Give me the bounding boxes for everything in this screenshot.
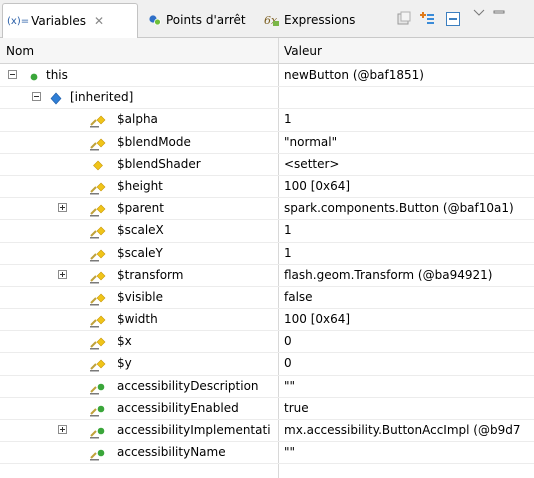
tree-row[interactable]: $scaleY 1 xyxy=(0,243,534,265)
column-header-name[interactable]: Nom xyxy=(6,44,34,58)
variable-value: 100 [0x64] xyxy=(284,178,351,193)
tree-row[interactable]: accessibilityName "" xyxy=(0,442,534,465)
variable-value: "" xyxy=(284,445,296,460)
tab-expressions[interactable]: 6x Expressions xyxy=(264,3,368,36)
variable-value: 1 xyxy=(284,245,292,260)
tab-expressions-label: Expressions xyxy=(284,12,356,27)
expand-icon[interactable] xyxy=(58,203,67,213)
setter-pencil-diamond-icon xyxy=(90,246,106,262)
tree-row[interactable]: $height 100 [0x64] xyxy=(0,176,534,199)
collapse-row-icon[interactable] xyxy=(32,92,41,102)
tab-variables-label: Variables xyxy=(31,14,86,28)
setter-pencil-diamond-icon xyxy=(90,223,106,239)
column-header-value[interactable]: Valeur xyxy=(284,44,322,58)
show-type-names-icon[interactable] xyxy=(418,10,435,27)
expand-icon[interactable] xyxy=(58,269,67,279)
variable-name: [inherited] xyxy=(70,90,134,105)
setter-pencil-diamond-icon xyxy=(90,135,106,151)
variable-name: $scaleX xyxy=(117,223,164,238)
tree-row[interactable]: [inherited] xyxy=(0,87,534,110)
variable-name: $y xyxy=(117,356,132,371)
tree-row[interactable]: $scaleX 1 xyxy=(0,220,534,243)
variable-name: $alpha xyxy=(117,112,158,127)
collapse-row-icon[interactable] xyxy=(8,70,17,79)
diamond-icon xyxy=(90,157,106,173)
variable-value: spark.components.Button (@baf10a1) xyxy=(284,201,514,216)
setter-pencil-dot-icon xyxy=(90,445,106,461)
variable-name: accessibilityImplementati xyxy=(117,423,271,437)
tree-row[interactable]: $width 100 [0x64] xyxy=(0,309,534,332)
variable-name: this xyxy=(46,68,68,82)
variable-name: $height xyxy=(117,178,163,193)
tab-breakpoints[interactable]: Points d'arrêt xyxy=(148,3,258,36)
tree-row[interactable]: accessibilityDescription "" xyxy=(0,376,534,398)
variable-name: accessibilityDescription xyxy=(117,378,259,393)
close-icon[interactable]: ✕ xyxy=(94,14,104,28)
variable-name: $x xyxy=(117,334,132,349)
variable-value: 0 xyxy=(284,356,292,371)
variable-name: $scaleY xyxy=(117,245,163,260)
variable-value: mx.accessibility.ButtonAccImpl (@b9d7 xyxy=(284,423,521,437)
tree-row[interactable]: $y 0 xyxy=(0,353,534,376)
setter-pencil-diamond-icon xyxy=(90,268,106,284)
variable-value: newButton (@baf1851) xyxy=(284,68,424,82)
expressions-icon: 6x xyxy=(264,13,280,27)
variable-value: true xyxy=(284,400,309,415)
view-menu-icon[interactable] xyxy=(470,4,487,21)
variable-name: $blendMode xyxy=(117,134,191,149)
tree-row[interactable]: $transform flash.geom.Transform (@ba94921… xyxy=(0,265,534,287)
setter-pencil-diamond-icon xyxy=(90,201,106,217)
minimize-icon[interactable] xyxy=(490,3,507,20)
tab-variables[interactable]: (x)= Variables ✕ xyxy=(2,3,138,38)
expand-icon[interactable] xyxy=(58,425,67,434)
variables-tree[interactable]: this newButton (@baf1851) [inherited] $alph… xyxy=(0,65,534,465)
variable-value: <setter> xyxy=(284,156,340,171)
variable-name: $blendShader xyxy=(117,156,201,171)
tree-row[interactable]: $blendMode "normal" xyxy=(0,132,534,154)
variable-value: 1 xyxy=(284,223,292,238)
tree-row[interactable]: accessibilityImplementati mx.accessibilit… xyxy=(0,420,534,443)
setter-pencil-diamond-icon xyxy=(90,312,106,328)
object-green-dot-icon xyxy=(26,68,42,84)
variable-value: false xyxy=(284,289,313,304)
variable-name: accessibilityName xyxy=(117,445,226,460)
setter-pencil-diamond-icon xyxy=(90,290,106,306)
collapse-icon[interactable] xyxy=(444,10,461,27)
collapse-all-icon[interactable] xyxy=(395,10,412,27)
variable-value: flash.geom.Transform (@ba94921) xyxy=(284,267,493,282)
tree-row[interactable]: $parent spark.components.Button (@baf10a1… xyxy=(0,198,534,221)
variable-name: $transform xyxy=(117,267,184,282)
variable-name: $visible xyxy=(117,289,163,304)
variable-value: 1 xyxy=(284,112,292,127)
variable-name: $width xyxy=(117,312,158,327)
variable-value: "" xyxy=(284,378,296,393)
tab-breakpoints-label: Points d'arrêt xyxy=(166,12,246,27)
tree-header: Nom Valeur xyxy=(0,38,534,64)
setter-pencil-diamond-icon xyxy=(90,179,106,195)
variable-value: "normal" xyxy=(284,134,338,149)
tree-row[interactable]: this newButton (@baf1851) xyxy=(0,65,534,88)
tree-row[interactable]: accessibilityEnabled true xyxy=(0,398,534,420)
breakpoints-icon xyxy=(148,13,162,27)
setter-pencil-diamond-icon xyxy=(90,112,106,128)
variables-icon: (x)= xyxy=(7,15,30,27)
tree-row[interactable]: $visible false xyxy=(0,287,534,310)
setter-pencil-dot-icon xyxy=(90,379,106,395)
tree-row[interactable]: $alpha 1 xyxy=(0,109,534,132)
tree-row[interactable]: $x 0 xyxy=(0,331,534,354)
view-tab-bar: (x)= Variables ✕ Points d'arrêt 6x Expre… xyxy=(0,0,534,38)
variable-value: 100 [0x64] xyxy=(284,312,351,327)
setter-pencil-dot-icon xyxy=(90,401,106,417)
setter-pencil-diamond-icon xyxy=(90,356,106,372)
variable-name: $parent xyxy=(117,201,164,216)
variable-value: 0 xyxy=(284,334,292,349)
inherited-diamond-icon xyxy=(48,90,64,106)
setter-pencil-diamond-icon xyxy=(90,334,106,350)
tree-row[interactable]: $blendShader <setter> xyxy=(0,154,534,176)
variable-name: accessibilityEnabled xyxy=(117,400,239,415)
setter-pencil-dot-icon xyxy=(90,423,106,439)
